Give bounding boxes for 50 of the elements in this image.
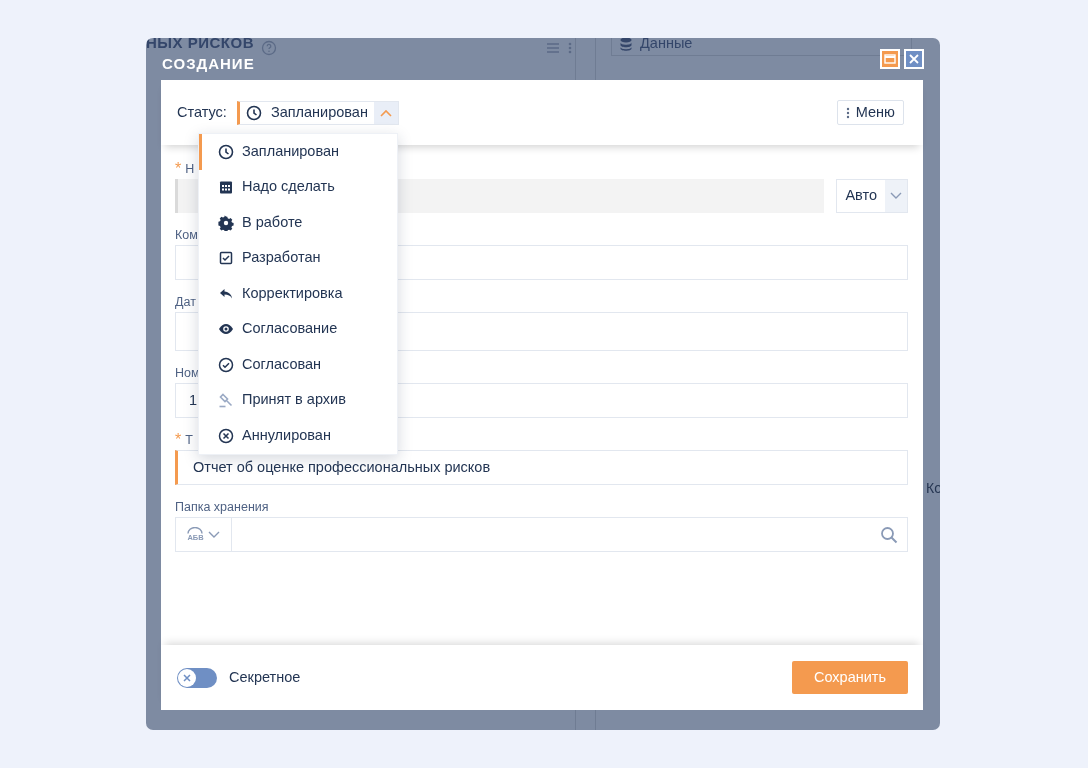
data-field-value: Данные [640, 38, 693, 54]
help-icon [261, 40, 277, 56]
calendar-icon [218, 179, 234, 196]
dropdown-item[interactable]: Разработан [199, 240, 397, 276]
input-field[interactable] [175, 245, 908, 280]
status-select[interactable]: Запланирован [236, 100, 399, 125]
dropdown-item[interactable]: Принят в архив [199, 382, 397, 418]
required-mark: * [175, 161, 182, 177]
dropdown-item[interactable]: В работе [199, 205, 397, 241]
input-field[interactable]: Отчет об оценке профессиональных рисков [175, 450, 908, 485]
input-field[interactable] [175, 312, 908, 351]
dropdown-item[interactable]: Согласован [199, 347, 397, 383]
dropdown-item[interactable]: Надо сделать [199, 169, 397, 205]
field-label: Ком [175, 226, 198, 244]
more-icon [568, 42, 572, 54]
field-label: Папка хранения [175, 498, 269, 516]
field-label: Т [185, 431, 193, 449]
dropdown-item[interactable]: Запланирован [199, 134, 397, 170]
required-mark: * [175, 432, 182, 448]
chevron-down-icon [890, 192, 902, 200]
window-icon [884, 54, 896, 64]
x-circle-icon [218, 427, 234, 444]
gear-icon [218, 214, 234, 231]
more-icon [845, 106, 850, 119]
auto-select[interactable]: Авто [836, 179, 908, 213]
hammer-icon [218, 392, 234, 409]
menu-icon [546, 42, 560, 54]
arc-icon [187, 527, 204, 535]
clock-icon [218, 143, 234, 160]
dropdown-item[interactable]: Корректировка [199, 276, 397, 312]
dialog-title: СОЗДАНИЕ [162, 55, 255, 71]
database-icon [620, 38, 632, 51]
search-icon [880, 525, 898, 544]
maximize-button[interactable] [880, 49, 900, 69]
toggle-switch[interactable] [177, 667, 217, 688]
page-heading: НЫХ РИСКОВ [146, 38, 254, 52]
close-button[interactable] [904, 49, 924, 69]
field-label: Дат [175, 293, 196, 311]
chevron-down-icon [207, 530, 220, 539]
close-icon [183, 673, 191, 682]
check-circle-icon [218, 356, 234, 373]
menu-button[interactable]: Меню [836, 100, 904, 125]
dropdown-item[interactable]: Согласование [199, 311, 397, 347]
close-icon [909, 54, 919, 64]
checkbox-icon [218, 250, 234, 267]
status-label: Статус: [177, 102, 227, 122]
field-label: Н [185, 160, 195, 178]
toggle-label: Секретное [228, 667, 301, 687]
chevron-up-icon [379, 108, 392, 117]
clock-icon [245, 104, 262, 121]
